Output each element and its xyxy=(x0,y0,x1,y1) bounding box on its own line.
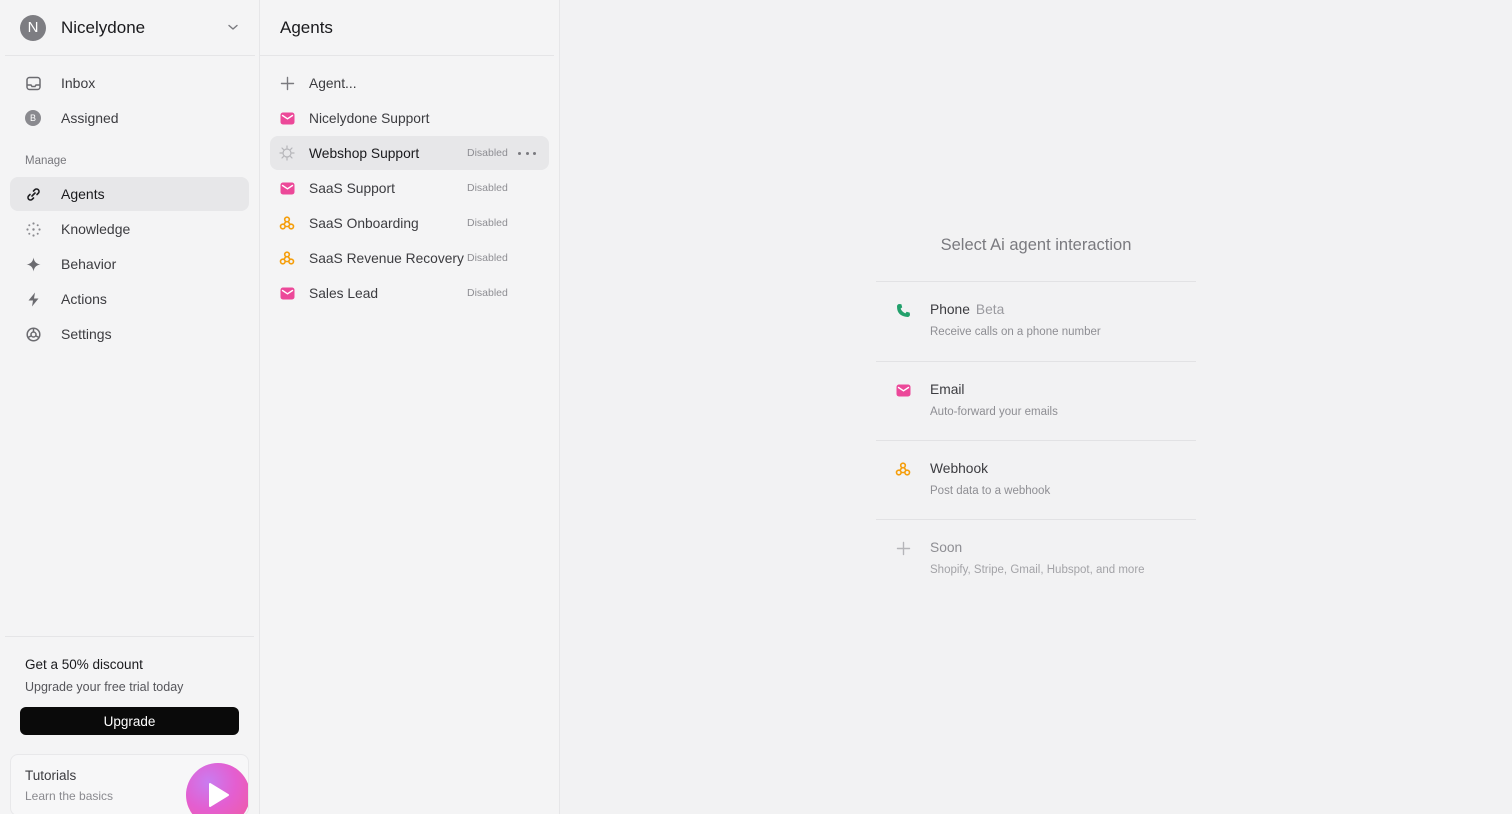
nav-item-behavior[interactable]: Behavior xyxy=(10,247,249,281)
agent-status: Disabled xyxy=(467,217,508,229)
nav-label: Knowledge xyxy=(61,221,131,237)
link-icon xyxy=(24,185,42,203)
nav-label: Assigned xyxy=(61,110,119,126)
promo-subtitle: Upgrade your free trial today xyxy=(25,680,184,694)
more-options-icon[interactable] xyxy=(518,147,536,159)
agent-status: Disabled xyxy=(467,252,508,264)
plus-icon xyxy=(278,74,296,92)
promo-title: Get a 50% discount xyxy=(25,657,143,672)
agent-status: Disabled xyxy=(467,287,508,299)
agent-row[interactable]: Webshop Support Disabled xyxy=(270,136,549,170)
agent-name: SaaS Support xyxy=(309,180,395,196)
new-agent-label: Agent... xyxy=(309,75,357,91)
plus-icon xyxy=(894,539,912,557)
email-icon xyxy=(894,381,912,399)
email-icon xyxy=(278,179,296,197)
option-description: Receive calls on a phone number xyxy=(930,326,1101,338)
upgrade-button[interactable]: Upgrade xyxy=(20,707,239,735)
nav-label: Agents xyxy=(61,186,105,202)
chevron-down-icon xyxy=(228,24,238,30)
nav-item-inbox[interactable]: Inbox xyxy=(10,66,249,100)
knowledge-dots-icon xyxy=(24,220,42,238)
nav-item-assigned[interactable]: B Assigned xyxy=(10,101,249,135)
nav-label: Actions xyxy=(61,291,107,307)
upgrade-promo: Get a 50% discount Upgrade your free tri… xyxy=(5,636,254,754)
new-agent-button[interactable]: Agent... xyxy=(270,66,549,100)
workspace-name: Nicelydone xyxy=(61,17,146,37)
nav-label: Inbox xyxy=(61,75,96,91)
nav-item-settings[interactable]: Settings xyxy=(10,317,249,351)
workspace-avatar: N xyxy=(20,14,46,41)
agent-name: Nicelydone Support xyxy=(309,110,430,126)
beta-badge: Beta xyxy=(975,302,1005,317)
agent-name: Sales Lead xyxy=(309,285,379,301)
option-title: Email xyxy=(930,382,965,397)
sparkle-icon xyxy=(24,255,42,273)
inbox-icon xyxy=(24,74,42,92)
workspace-switcher[interactable]: N Nicelydone xyxy=(5,0,255,56)
section-label-manage: Manage xyxy=(25,155,67,167)
nav-item-agents[interactable]: Agents xyxy=(10,177,249,211)
play-icon[interactable] xyxy=(186,763,248,814)
option-webhook[interactable]: Webhook Post data to a webhook xyxy=(876,440,1196,520)
email-icon xyxy=(278,284,296,302)
option-title: Webhook xyxy=(930,461,989,476)
email-icon xyxy=(278,109,296,127)
tutorials-card[interactable]: Tutorials Learn the basics xyxy=(10,754,249,814)
agent-name: Webshop Support xyxy=(309,145,420,161)
option-phone[interactable]: Phone Beta Receive calls on a phone numbe… xyxy=(876,281,1196,361)
agent-row[interactable]: Sales Lead Disabled xyxy=(270,276,549,310)
assigned-badge-icon: B xyxy=(24,109,42,127)
tutorials-subtitle: Learn the basics xyxy=(25,789,114,803)
tutorials-title: Tutorials xyxy=(25,768,77,783)
agent-name: SaaS Revenue Recovery xyxy=(309,250,464,266)
agent-status: Disabled xyxy=(467,182,508,194)
option-title: Soon xyxy=(930,540,963,555)
option-description: Auto-forward your emails xyxy=(930,406,1058,418)
nav-item-actions[interactable]: Actions xyxy=(10,282,249,316)
option-email[interactable]: Email Auto-forward your emails xyxy=(876,361,1196,441)
webhook-icon xyxy=(894,460,912,478)
lightning-icon xyxy=(24,290,42,308)
option-description: Shopify, Stripe, Gmail, Hubspot, and mor… xyxy=(930,564,1145,576)
webhook-icon xyxy=(278,249,296,267)
agents-title: Agents xyxy=(280,17,333,37)
agent-row[interactable]: Nicelydone Support xyxy=(270,101,549,135)
agent-name: SaaS Onboarding xyxy=(309,215,419,231)
nav-label: Behavior xyxy=(61,256,117,272)
agent-status: Disabled xyxy=(467,147,508,159)
sidebar: N Nicelydone Inbox B Assigned Manage Age… xyxy=(0,0,260,814)
option-title: Phone Beta xyxy=(930,302,1005,317)
settings-icon xyxy=(24,325,42,343)
option-description: Post data to a webhook xyxy=(930,485,1051,497)
gear-outline-icon xyxy=(278,144,296,162)
webhook-icon xyxy=(278,214,296,232)
agent-row[interactable]: SaaS Onboarding Disabled xyxy=(270,206,549,240)
main-content: Select Ai agent interaction Phone Beta Re… xyxy=(560,0,1512,814)
agent-row[interactable]: SaaS Support Disabled xyxy=(270,171,549,205)
phone-icon xyxy=(894,301,912,319)
agents-header: Agents xyxy=(260,0,554,56)
option-soon: Soon Shopify, Stripe, Gmail, Hubspot, an… xyxy=(876,519,1196,599)
agents-panel: Agents Agent... Nicelydone Support Websh… xyxy=(260,0,560,814)
nav-label: Settings xyxy=(61,326,112,342)
page-title: Select Ai agent interaction xyxy=(940,236,1132,254)
nav-item-knowledge[interactable]: Knowledge xyxy=(10,212,249,246)
agent-row[interactable]: SaaS Revenue Recovery Disabled xyxy=(270,241,549,275)
